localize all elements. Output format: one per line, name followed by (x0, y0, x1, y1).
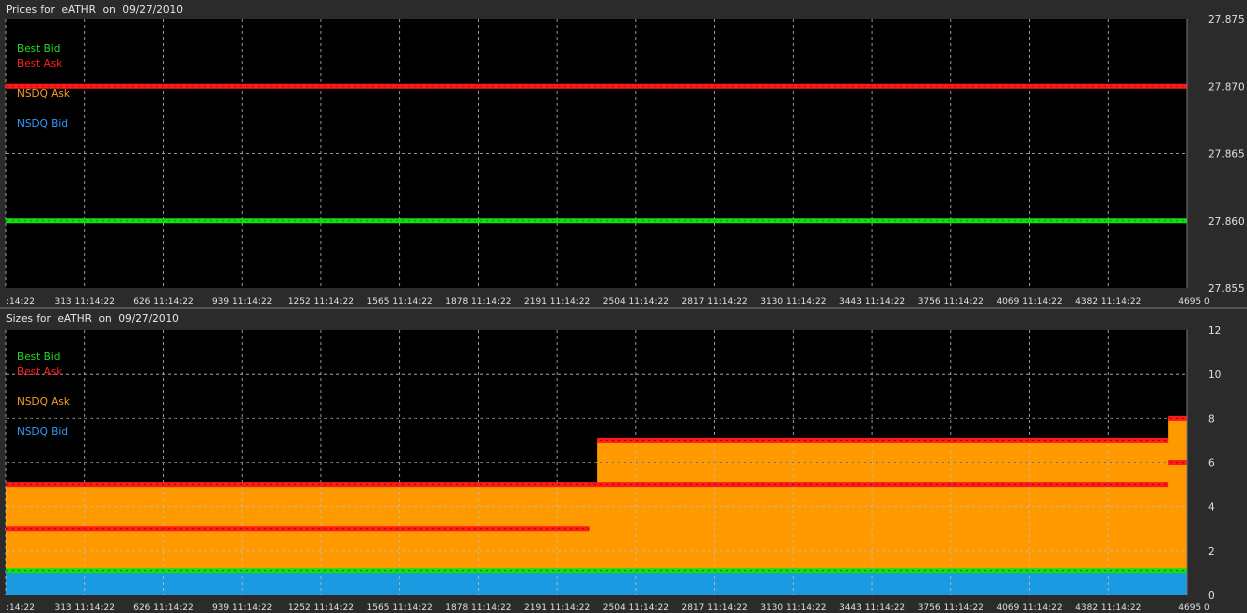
y-tick-label: 4 (1208, 502, 1215, 514)
x-tick-label: :14:22 (6, 297, 35, 307)
legend-entry-nsdq-bid: NSDQ Bid (17, 426, 68, 438)
y-tick-label: 6 (1208, 458, 1215, 470)
prices-chart: 27.855 27.860 27.865 27.870 27.875 :14:22 313 … (5, 14, 1245, 307)
x-tick-label: 2817 11:14:22 (682, 297, 748, 307)
x-tick-label: 626 11:14:22 (133, 603, 193, 613)
x-tick-label: :14:22 (6, 603, 35, 613)
legend-entry-nsdq-ask: NSDQ Ask (17, 88, 71, 100)
y-tick-label: 27.860 (1208, 216, 1245, 228)
legend-entry-best-bid: Best Bid (17, 351, 60, 363)
sizes-chart: 0 2 4 6 8 10 12 :14:22 313 11:14:22 626 11:14:22 9… (5, 325, 1221, 613)
y-tick-label: 8 (1208, 413, 1215, 425)
x-tick-label: 1878 11:14:22 (445, 603, 511, 613)
x-tick-label: 626 11:14:22 (133, 297, 193, 307)
y-tick-label: 0 (1208, 590, 1215, 602)
x-tick-label: 3756 11:14:22 (918, 297, 984, 307)
x-tick-label: 3443 11:14:22 (839, 603, 905, 613)
y-tick-label: 27.855 (1208, 283, 1245, 295)
x-tick-label: 313 11:14:22 (54, 297, 114, 307)
x-tick-label: 4695 0 (1178, 603, 1210, 613)
x-tick-label: 3756 11:14:22 (918, 603, 984, 613)
prices-chart-panel: Prices for eATHR on 09/27/2010 27.855 27.… (0, 0, 1247, 307)
y-tick-label: 12 (1208, 325, 1221, 337)
y-tick-label: 10 (1208, 369, 1221, 381)
y-tick-label: 2 (1208, 546, 1215, 558)
x-tick-label: 4069 11:14:22 (996, 297, 1062, 307)
y-tick-label: 27.865 (1208, 149, 1245, 161)
series-area-nsdq-bid (6, 572, 1187, 595)
x-tick-label: 1565 11:14:22 (367, 297, 433, 307)
x-tick-label: 1565 11:14:22 (367, 603, 433, 613)
x-tick-label: 4695 0 (1178, 297, 1210, 307)
x-tick-label: 2191 11:14:22 (524, 297, 590, 307)
x-tick-label: 1878 11:14:22 (445, 297, 511, 307)
x-tick-label: 4382 11:14:22 (1075, 297, 1141, 307)
x-tick-label: 4069 11:14:22 (996, 603, 1062, 613)
x-tick-label: 4382 11:14:22 (1075, 603, 1141, 613)
x-tick-label: 3130 11:14:22 (760, 603, 826, 613)
x-tick-label: 939 11:14:22 (212, 603, 272, 613)
legend-entry-best-ask: Best Ask (17, 366, 63, 378)
x-tick-label: 313 11:14:22 (54, 603, 114, 613)
x-tick-label: 3130 11:14:22 (760, 297, 826, 307)
x-tick-label: 939 11:14:22 (212, 297, 272, 307)
legend-entry-nsdq-bid: NSDQ Bid (17, 118, 68, 130)
x-tick-label: 2191 11:14:22 (524, 603, 590, 613)
x-tick-label: 3443 11:14:22 (839, 297, 905, 307)
x-tick-label: 2817 11:14:22 (682, 603, 748, 613)
legend-entry-nsdq-ask: NSDQ Ask (17, 396, 71, 408)
legend-entry-best-ask: Best Ask (17, 58, 63, 70)
x-tick-label: 1252 11:14:22 (288, 297, 354, 307)
sizes-chart-panel: Sizes for eATHR on 09/27/2010 0 2 4 6 8 10 12:… (0, 309, 1247, 613)
x-tick-label: 2504 11:14:22 (603, 603, 669, 613)
legend-entry-best-bid: Best Bid (17, 43, 60, 55)
x-tick-label: 2504 11:14:22 (603, 297, 669, 307)
y-tick-label: 27.875 (1208, 14, 1245, 26)
y-tick-label: 27.870 (1208, 81, 1245, 93)
x-tick-label: 1252 11:14:22 (288, 603, 354, 613)
